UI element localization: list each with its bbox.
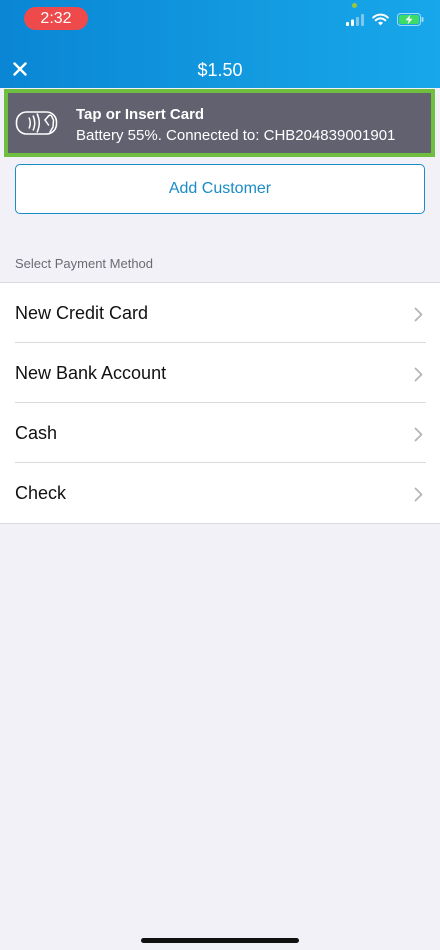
payment-method-label: New Credit Card: [15, 303, 149, 323]
header-bar: 2:32 $1.50: [0, 0, 440, 88]
reader-status: Battery 55%. Connected to: CHB2048390019…: [76, 127, 396, 144]
chevron-right-icon: [414, 487, 423, 502]
camera-indicator-icon: [352, 3, 357, 8]
payment-method-label: Cash: [15, 423, 58, 443]
chevron-right-icon: [414, 307, 423, 322]
chevron-right-icon: [414, 367, 423, 382]
payment-method-section-label: Select Payment Method: [15, 256, 154, 271]
chevron-right-icon: [414, 427, 423, 442]
status-icons: [346, 13, 424, 31]
payment-method-new-bank-account[interactable]: New Bank Account: [0, 343, 440, 403]
card-reader-banner[interactable]: Tap or Insert Card Battery 55%. Connecte…: [4, 89, 435, 157]
status-time: 2:32: [24, 7, 88, 30]
signal-icon: [346, 13, 364, 31]
payment-method-label: Check: [15, 483, 67, 503]
payment-method-list: New Credit Card New Bank Account Cash Ch…: [0, 282, 440, 524]
payment-method-check[interactable]: Check: [0, 463, 440, 523]
reader-title: Tap or Insert Card: [76, 106, 205, 123]
add-customer-button[interactable]: Add Customer: [15, 164, 425, 214]
battery-charging-icon: [397, 13, 424, 31]
payment-method-label: New Bank Account: [15, 363, 167, 383]
payment-method-cash[interactable]: Cash: [0, 403, 440, 463]
contactless-card-icon: [15, 111, 58, 135]
payment-method-new-credit-card[interactable]: New Credit Card: [0, 283, 440, 343]
wifi-icon: [372, 13, 389, 31]
home-indicator[interactable]: [141, 938, 299, 943]
charge-amount: $1.50: [197, 60, 243, 80]
